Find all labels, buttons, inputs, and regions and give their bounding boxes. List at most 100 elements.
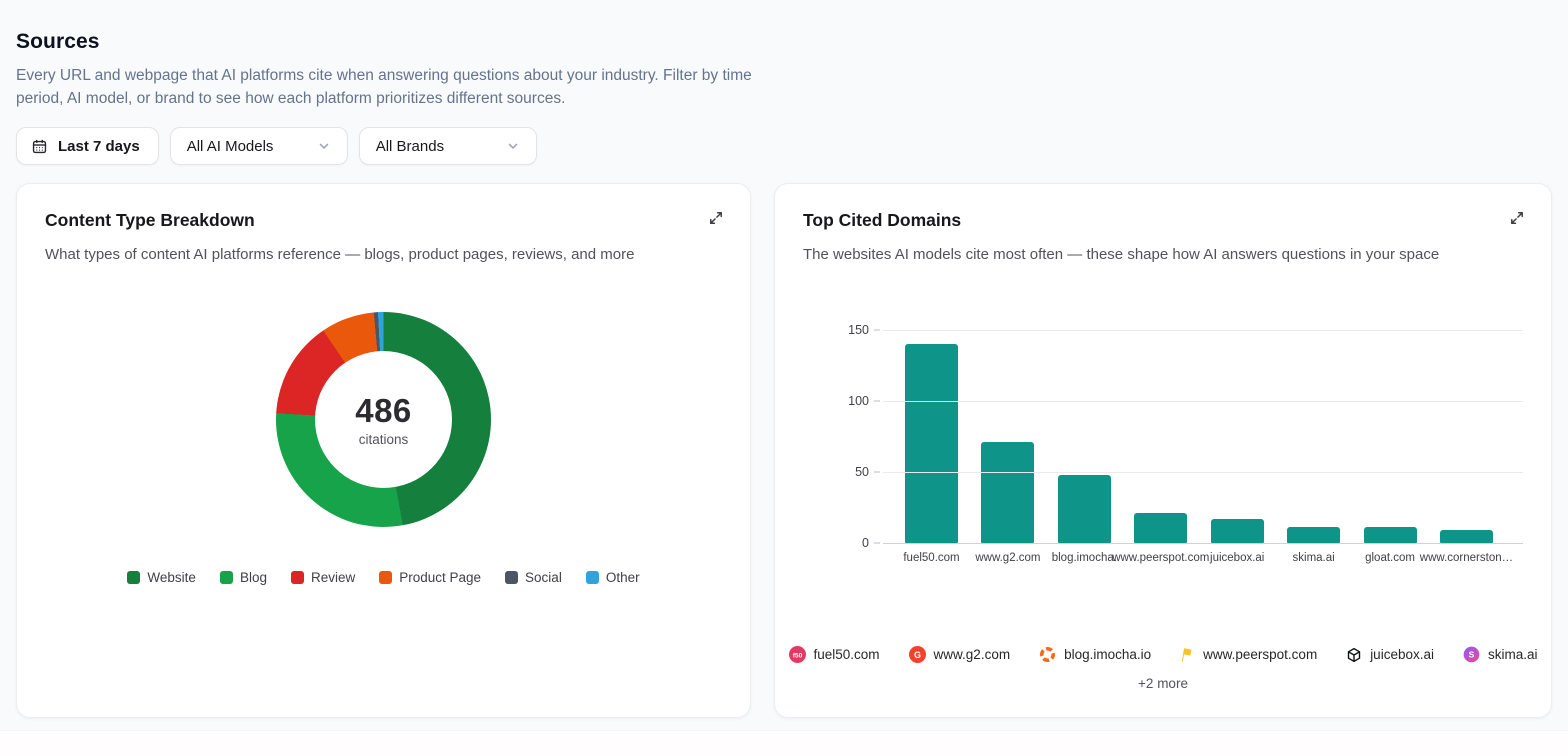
- chevron-down-icon: [317, 139, 331, 153]
- chevron-down-icon: [506, 139, 520, 153]
- ai-model-filter-value: All AI Models: [187, 138, 274, 155]
- gridline-50: [883, 472, 1523, 473]
- content-type-legend: Website Blog Review Product Page Social Other: [45, 570, 722, 585]
- partial-next-section: [0, 730, 1568, 756]
- domain-item-juicebox.ai[interactable]: juicebox.ai: [1346, 647, 1434, 663]
- y-tick-mark: [874, 472, 880, 473]
- peerspot-favicon: [1180, 647, 1195, 663]
- y-tick-label-0: 0: [862, 536, 869, 550]
- more-domains-link[interactable]: +2 more: [775, 676, 1551, 691]
- bar-column-blog.imocha.: blog.imocha.: [1058, 330, 1111, 543]
- brand-filter-value: All Brands: [376, 138, 444, 155]
- bar-column-gloat.com: gloat.com: [1364, 330, 1417, 543]
- gridline-150: [883, 330, 1523, 331]
- content-type-breakdown-card: Content Type Breakdown What types of con…: [16, 183, 751, 718]
- legend-label: Other: [606, 570, 640, 585]
- domain-label: blog.imocha.io: [1064, 647, 1151, 662]
- legend-item-product-page: Product Page: [379, 570, 481, 585]
- legend-swatch: [220, 571, 233, 584]
- x-axis-label: www.g2.com: [975, 552, 1040, 564]
- bar-blog.imocha.[interactable]: [1058, 475, 1111, 543]
- bar-column-www.g2.com: www.g2.com: [981, 330, 1034, 543]
- bar-www.g2.com[interactable]: [981, 442, 1034, 543]
- x-axis-label: www.peerspot.com: [1112, 552, 1209, 564]
- brand-filter[interactable]: All Brands: [359, 127, 537, 165]
- expand-icon[interactable]: [1503, 204, 1531, 232]
- domain-item-www.g2.com[interactable]: Gwww.g2.com: [909, 646, 1011, 663]
- g2-favicon: G: [909, 646, 926, 663]
- domain-item-blog.imocha.io[interactable]: blog.imocha.io: [1039, 646, 1151, 663]
- total-citations-value: 486: [355, 392, 412, 430]
- content-type-donut-chart[interactable]: 486 citations: [276, 312, 491, 527]
- bars-container: fuel50.com www.g2.com blog.imocha. www.peer…: [883, 330, 1523, 543]
- calendar-icon: [31, 138, 48, 155]
- bar-plot-area: fuel50.com www.g2.com blog.imocha. www.peer…: [883, 330, 1523, 543]
- svg-text:G: G: [914, 650, 921, 660]
- domain-label: fuel50.com: [814, 647, 880, 662]
- legend-swatch: [505, 571, 518, 584]
- fuel50-favicon: f50: [789, 646, 806, 663]
- bar-www.peerspot.com[interactable]: [1134, 513, 1187, 543]
- domain-label: skima.ai: [1488, 647, 1538, 662]
- card-title: Top Cited Domains: [803, 210, 1523, 231]
- legend-label: Product Page: [399, 570, 481, 585]
- legend-label: Website: [147, 570, 196, 585]
- bar-column-www.cornerston…: www.cornerston…: [1440, 330, 1493, 543]
- date-range-label: Last 7 days: [58, 138, 140, 155]
- legend-swatch: [586, 571, 599, 584]
- top-domains-bar-chart: fuel50.com www.g2.com blog.imocha. www.peer…: [883, 330, 1523, 543]
- bar-column-fuel50.com: fuel50.com: [905, 330, 958, 543]
- x-axis-label: www.cornerston…: [1420, 552, 1513, 564]
- sources-page: Sources Every URL and webpage that AI pl…: [0, 0, 1568, 718]
- domain-item-skima.ai[interactable]: Sskima.ai: [1463, 646, 1538, 663]
- y-tick-label-50: 50: [855, 465, 869, 479]
- bar-www.cornerston…[interactable]: [1440, 530, 1493, 543]
- page-title: Sources: [16, 30, 1552, 54]
- svg-text:S: S: [1469, 650, 1475, 660]
- legend-item-social: Social: [505, 570, 562, 585]
- card-subtitle: What types of content AI platforms refer…: [45, 244, 722, 266]
- legend-item-blog: Blog: [220, 570, 267, 585]
- legend-swatch: [127, 571, 140, 584]
- svg-text:f50: f50: [792, 652, 802, 659]
- domain-item-www.peerspot.com[interactable]: www.peerspot.com: [1180, 647, 1317, 663]
- y-tick-label-100: 100: [848, 394, 869, 408]
- bar-skima.ai[interactable]: [1287, 527, 1340, 543]
- legend-label: Blog: [240, 570, 267, 585]
- bar-column-skima.ai: skima.ai: [1287, 330, 1340, 543]
- legend-swatch: [379, 571, 392, 584]
- ai-model-filter[interactable]: All AI Models: [170, 127, 348, 165]
- gridline-0: [883, 543, 1523, 544]
- y-tick-mark: [874, 401, 880, 402]
- skima-favicon: S: [1463, 646, 1480, 663]
- legend-item-other: Other: [586, 570, 640, 585]
- juicebox-favicon: [1346, 647, 1362, 663]
- domain-item-fuel50.com[interactable]: f50 fuel50.com: [789, 646, 880, 663]
- date-range-button[interactable]: Last 7 days: [16, 127, 159, 165]
- imocha-favicon: [1039, 646, 1056, 663]
- gridline-100: [883, 401, 1523, 402]
- legend-label: Social: [525, 570, 562, 585]
- bar-fuel50.com[interactable]: [905, 344, 958, 543]
- y-tick-mark: [874, 543, 880, 544]
- x-axis-label: fuel50.com: [903, 552, 959, 564]
- bar-column-www.peerspot.com: www.peerspot.com: [1134, 330, 1187, 543]
- bar-gloat.com[interactable]: [1364, 527, 1417, 543]
- cards-row: Content Type Breakdown What types of con…: [16, 183, 1552, 718]
- page-description: Every URL and webpage that AI platforms …: [16, 64, 764, 110]
- top-cited-domains-card: Top Cited Domains The websites AI models…: [774, 183, 1552, 718]
- expand-icon[interactable]: [702, 204, 730, 232]
- legend-item-website: Website: [127, 570, 196, 585]
- y-tick-label-150: 150: [848, 323, 869, 337]
- x-axis-label: blog.imocha.: [1052, 552, 1117, 564]
- bar-juicebox.ai[interactable]: [1211, 519, 1264, 543]
- card-title: Content Type Breakdown: [45, 210, 722, 231]
- x-axis-label: gloat.com: [1365, 552, 1415, 564]
- legend-swatch: [291, 571, 304, 584]
- donut-center: 486 citations: [315, 351, 452, 488]
- bar-column-juicebox.ai: juicebox.ai: [1211, 330, 1264, 543]
- legend-item-review: Review: [291, 570, 355, 585]
- domain-label: juicebox.ai: [1370, 647, 1434, 662]
- card-subtitle: The websites AI models cite most often —…: [803, 244, 1458, 266]
- x-axis-label: skima.ai: [1293, 552, 1335, 564]
